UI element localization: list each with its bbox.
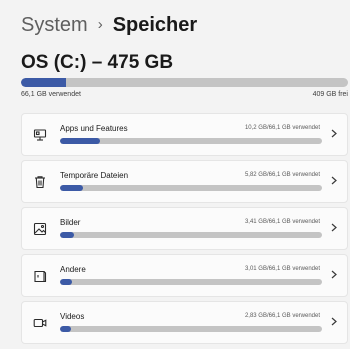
image-icon (33, 222, 47, 236)
category-usage-bar (60, 232, 322, 238)
category-videos[interactable]: Videos 2,83 GB/66,1 GB verwendet (21, 301, 348, 344)
drive-title: OS (C:) – 475 GB (21, 52, 174, 73)
category-usage-bar (60, 138, 322, 144)
chevron-right-icon (329, 174, 339, 186)
category-value: 2,83 GB/66,1 GB verwendet (244, 313, 320, 319)
breadcrumb-parent[interactable]: System (21, 12, 88, 38)
category-usage-fill (60, 232, 74, 238)
category-usage-fill (60, 279, 73, 285)
category-other[interactable]: Andere 3,01 GB/66,1 GB verwendet (21, 254, 348, 297)
drive-free-label: 409 GB frei (312, 91, 348, 98)
category-usage-fill (60, 185, 84, 191)
storage-category-list: Apps und Features 10,2 GB/66,1 GB verwen… (21, 113, 348, 348)
category-label: Andere (60, 265, 86, 274)
chevron-right-icon (329, 268, 339, 280)
chevron-right-icon (329, 127, 339, 139)
category-value: 3,41 GB/66,1 GB verwendet (244, 219, 320, 225)
breadcrumb-separator: › (97, 16, 103, 33)
category-usage-fill (60, 138, 101, 144)
category-usage-bar (60, 185, 322, 191)
drive-used-label: 66,1 GB verwendet (21, 91, 81, 98)
other-icon (33, 269, 47, 283)
category-value: 3,01 GB/66,1 GB verwendet (244, 266, 320, 272)
chevron-right-icon (329, 315, 339, 327)
category-value: 10,2 GB/66,1 GB verwendet (244, 125, 320, 131)
drive-usage-fill (21, 78, 67, 87)
category-usage-bar (60, 326, 322, 332)
category-value: 5,82 GB/66,1 GB verwendet (244, 172, 320, 178)
breadcrumb: System › Speicher (21, 12, 197, 38)
category-label: Bilder (60, 218, 81, 227)
category-label: Videos (60, 312, 85, 321)
drive-usage-bar (21, 78, 348, 87)
category-usage-bar (60, 279, 322, 285)
trash-icon (33, 175, 47, 189)
apps-features-icon (33, 128, 47, 142)
category-label: Temporäre Dateien (60, 171, 129, 180)
category-usage-fill (60, 326, 72, 332)
chevron-right-icon (329, 221, 339, 233)
video-icon (33, 316, 47, 330)
category-pictures[interactable]: Bilder 3,41 GB/66,1 GB verwendet (21, 207, 348, 250)
category-temporary-files[interactable]: Temporäre Dateien 5,82 GB/66,1 GB verwen… (21, 160, 348, 203)
category-apps-features[interactable]: Apps und Features 10,2 GB/66,1 GB verwen… (21, 113, 348, 156)
page-title: Speicher (112, 14, 198, 36)
category-label: Apps und Features (60, 124, 128, 133)
